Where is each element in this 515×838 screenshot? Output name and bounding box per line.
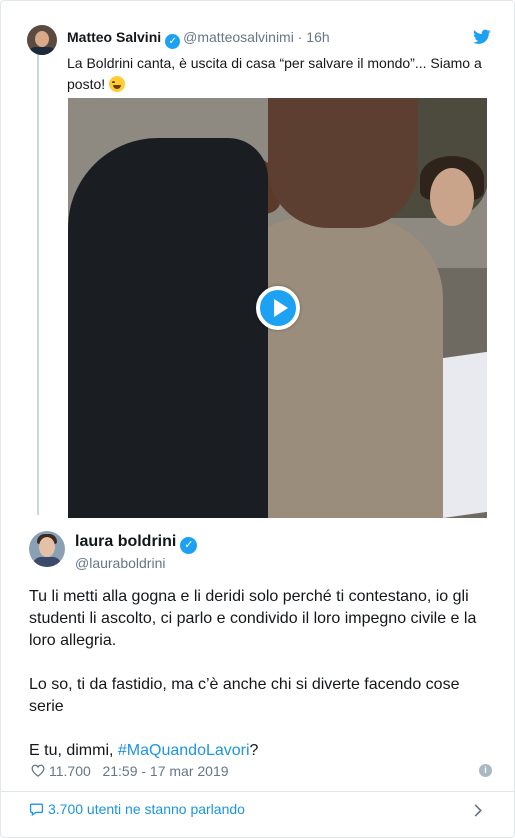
author-avatar[interactable] — [29, 531, 65, 567]
like-count[interactable]: 11.700 — [49, 763, 91, 779]
verified-icon: ✓ — [180, 537, 198, 554]
play-button[interactable] — [256, 286, 300, 330]
paragraph-3-suffix: ? — [249, 742, 259, 759]
heart-icon[interactable] — [31, 764, 45, 777]
quote-line — [37, 45, 39, 515]
quoted-author-handle[interactable]: @matteosalvinimi — [183, 29, 294, 45]
quoted-header: Matteo Salvini ✓ @matteosalvinimi · 16h — [67, 29, 330, 49]
tweet-paragraph-2: Lo so, ti da fastidio, ma c’è anche chi … — [29, 676, 460, 715]
conversation-link[interactable]: 3.700 utenti ne stanno parlando — [29, 801, 245, 817]
author-name[interactable]: laura boldrini — [75, 533, 176, 550]
video-player[interactable] — [68, 98, 487, 518]
quoted-text: La Boldrini canta, è uscita di casa “per… — [67, 53, 495, 95]
divider — [1, 791, 514, 792]
tweet-paragraph-1: Tu li metti alla gogna e li deridi solo … — [29, 588, 477, 649]
author-handle[interactable]: @lauraboldrini — [75, 555, 165, 571]
tweet-paragraph-3: E tu, dimmi, #MaQuandoLavori? — [29, 740, 489, 762]
embedded-tweet-card: Matteo Salvini ✓ @matteosalvinimi · 16h La… — [0, 0, 515, 838]
quoted-text-body: La Boldrini canta, è uscita di casa “per… — [67, 55, 482, 92]
paragraph-3-prefix: E tu, dimmi, — [29, 742, 118, 759]
info-icon[interactable]: i — [479, 764, 492, 777]
hashtag-link[interactable]: #MaQuandoLavori — [118, 742, 250, 759]
laughing-emoji-icon — [109, 76, 126, 92]
tweet-meta: 11.700 21:59 - 17 mar 2019 — [31, 763, 229, 779]
chevron-right-icon[interactable] — [474, 804, 482, 817]
tweet-text: Tu li metti alla gogna e li deridi solo … — [29, 586, 489, 784]
quoted-avatar[interactable] — [27, 25, 57, 55]
tweet-timestamp[interactable]: 21:59 - 17 mar 2019 — [102, 763, 228, 779]
verified-icon: ✓ — [165, 34, 181, 49]
quoted-author-name[interactable]: Matteo Salvini — [67, 29, 161, 45]
twitter-bird-icon[interactable] — [473, 29, 491, 45]
quoted-separator: · — [297, 29, 303, 45]
author-name-row[interactable]: laura boldrini ✓ — [75, 533, 200, 554]
speech-bubble-icon — [29, 803, 44, 816]
conversation-count-text[interactable]: 3.700 utenti ne stanno parlando — [48, 801, 245, 817]
quoted-timestamp[interactable]: 16h — [306, 29, 329, 45]
